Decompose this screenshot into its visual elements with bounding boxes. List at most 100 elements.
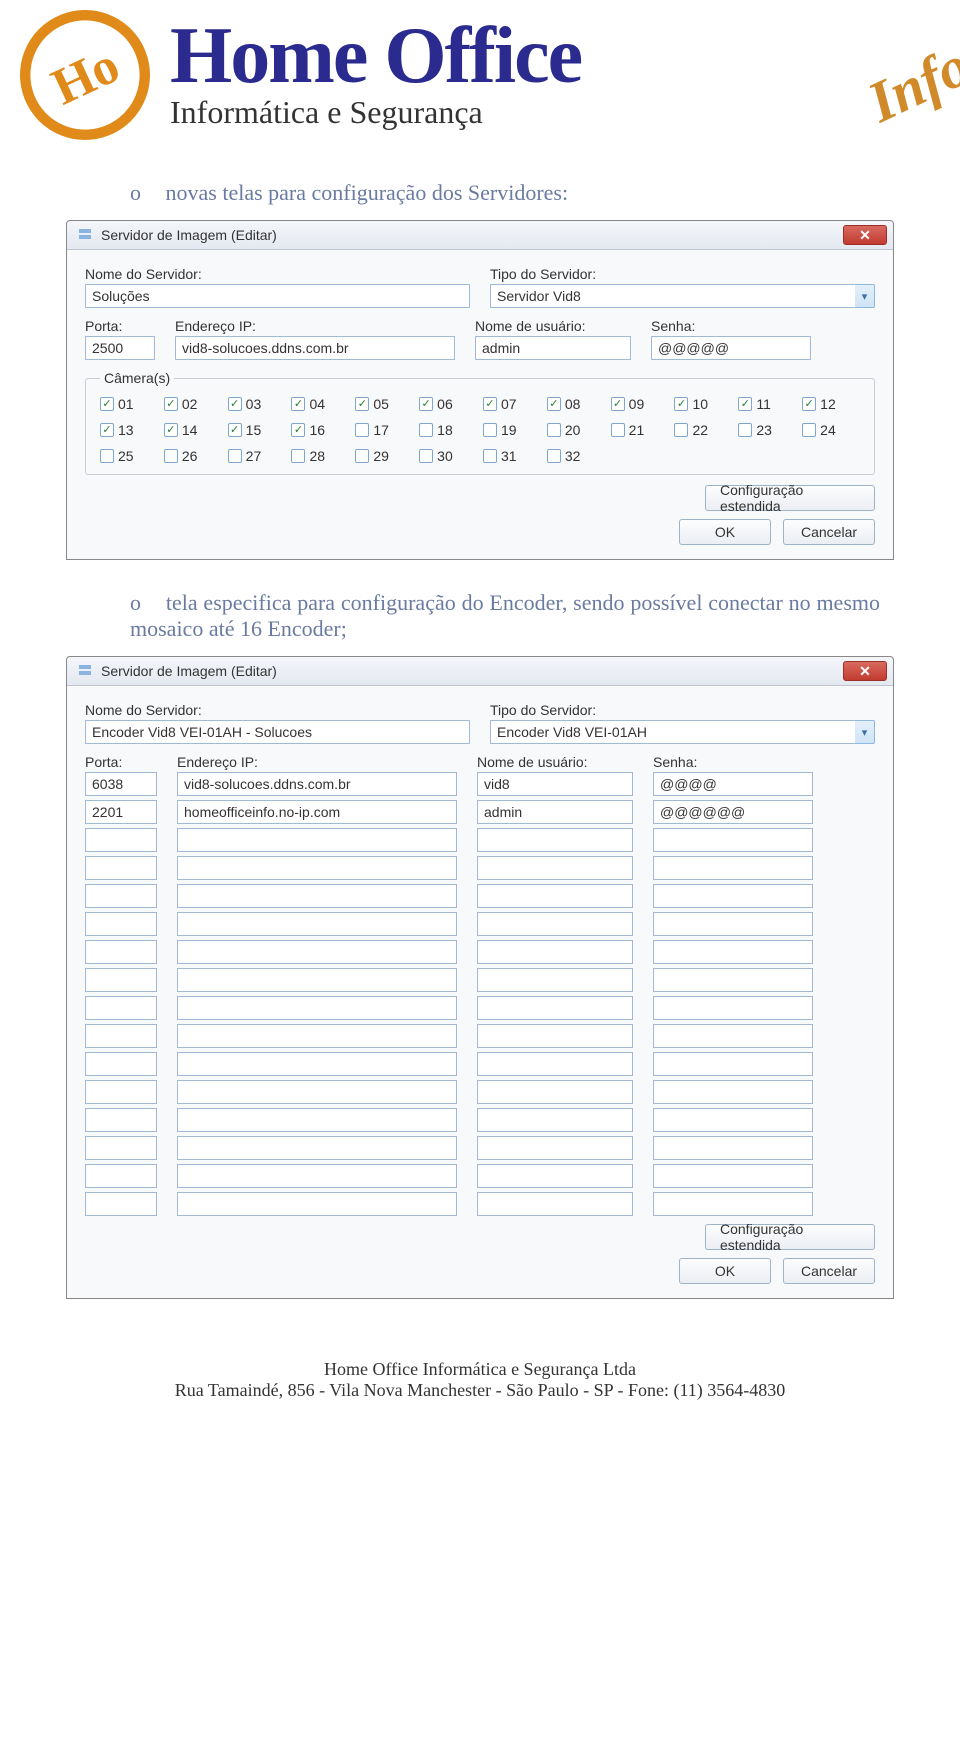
chevron-down-icon[interactable]: ▾: [855, 284, 875, 308]
checkbox-icon[interactable]: ✓: [483, 397, 497, 411]
camera-checkbox-30[interactable]: 30: [419, 448, 477, 464]
encoder-porta-input[interactable]: [85, 968, 157, 992]
encoder-senha-input[interactable]: [653, 1136, 813, 1160]
checkbox-icon[interactable]: [611, 423, 625, 437]
encoder-ip-input[interactable]: [177, 1192, 457, 1216]
checkbox-icon[interactable]: [291, 449, 305, 463]
camera-checkbox-14[interactable]: ✓14: [164, 422, 222, 438]
checkbox-icon[interactable]: [355, 423, 369, 437]
encoder-porta-input[interactable]: [85, 1052, 157, 1076]
encoder-senha-input[interactable]: [653, 1080, 813, 1104]
checkbox-icon[interactable]: ✓: [419, 397, 433, 411]
encoder-ip-input[interactable]: [177, 1136, 457, 1160]
camera-checkbox-22[interactable]: 22: [674, 422, 732, 438]
camera-checkbox-29[interactable]: 29: [355, 448, 413, 464]
username-input[interactable]: [475, 336, 631, 360]
checkbox-icon[interactable]: [164, 449, 178, 463]
checkbox-icon[interactable]: [419, 423, 433, 437]
password-input[interactable]: [651, 336, 811, 360]
camera-checkbox-04[interactable]: ✓04: [291, 396, 349, 412]
camera-checkbox-16[interactable]: ✓16: [291, 422, 349, 438]
encoder-porta-input[interactable]: [85, 1080, 157, 1104]
encoder-user-input[interactable]: [477, 772, 633, 796]
encoder-ip-input[interactable]: [177, 940, 457, 964]
chevron-down-icon[interactable]: ▾: [855, 720, 875, 744]
encoder-ip-input[interactable]: [177, 828, 457, 852]
encoder-senha-input[interactable]: [653, 1108, 813, 1132]
checkbox-icon[interactable]: ✓: [738, 397, 752, 411]
encoder-user-input[interactable]: [477, 1024, 633, 1048]
camera-checkbox-25[interactable]: 25: [100, 448, 158, 464]
checkbox-icon[interactable]: ✓: [100, 423, 114, 437]
encoder-senha-input[interactable]: [653, 940, 813, 964]
checkbox-icon[interactable]: [674, 423, 688, 437]
checkbox-icon[interactable]: [802, 423, 816, 437]
ok-button[interactable]: OK: [679, 519, 771, 545]
cancel-button[interactable]: Cancelar: [783, 519, 875, 545]
encoder-senha-input[interactable]: [653, 828, 813, 852]
checkbox-icon[interactable]: ✓: [228, 397, 242, 411]
encoder-user-input[interactable]: [477, 1164, 633, 1188]
checkbox-icon[interactable]: ✓: [611, 397, 625, 411]
encoder-user-input[interactable]: [477, 940, 633, 964]
checkbox-icon[interactable]: ✓: [802, 397, 816, 411]
encoder-porta-input[interactable]: [85, 772, 157, 796]
camera-checkbox-31[interactable]: 31: [483, 448, 541, 464]
encoder-porta-input[interactable]: [85, 1136, 157, 1160]
checkbox-icon[interactable]: [483, 423, 497, 437]
encoder-ip-input[interactable]: [177, 912, 457, 936]
encoder-senha-input[interactable]: [653, 1164, 813, 1188]
checkbox-icon[interactable]: ✓: [355, 397, 369, 411]
encoder-senha-input[interactable]: [653, 912, 813, 936]
ip-input[interactable]: [175, 336, 455, 360]
camera-checkbox-13[interactable]: ✓13: [100, 422, 158, 438]
encoder-porta-input[interactable]: [85, 828, 157, 852]
cancel-button[interactable]: Cancelar: [783, 1258, 875, 1284]
server-name-input[interactable]: [85, 720, 470, 744]
camera-checkbox-05[interactable]: ✓05: [355, 396, 413, 412]
camera-checkbox-06[interactable]: ✓06: [419, 396, 477, 412]
camera-checkbox-21[interactable]: 21: [611, 422, 669, 438]
encoder-porta-input[interactable]: [85, 884, 157, 908]
encoder-user-input[interactable]: [477, 884, 633, 908]
encoder-senha-input[interactable]: [653, 856, 813, 880]
camera-checkbox-18[interactable]: 18: [419, 422, 477, 438]
camera-checkbox-08[interactable]: ✓08: [547, 396, 605, 412]
camera-checkbox-20[interactable]: 20: [547, 422, 605, 438]
camera-checkbox-11[interactable]: ✓11: [738, 396, 796, 412]
encoder-user-input[interactable]: [477, 1080, 633, 1104]
checkbox-icon[interactable]: [547, 449, 561, 463]
encoder-porta-input[interactable]: [85, 912, 157, 936]
encoder-porta-input[interactable]: [85, 1192, 157, 1216]
camera-checkbox-24[interactable]: 24: [802, 422, 860, 438]
camera-checkbox-17[interactable]: 17: [355, 422, 413, 438]
encoder-user-input[interactable]: [477, 800, 633, 824]
checkbox-icon[interactable]: [483, 449, 497, 463]
encoder-ip-input[interactable]: [177, 884, 457, 908]
encoder-porta-input[interactable]: [85, 940, 157, 964]
checkbox-icon[interactable]: ✓: [291, 423, 305, 437]
checkbox-icon[interactable]: [738, 423, 752, 437]
encoder-ip-input[interactable]: [177, 1024, 457, 1048]
server-type-select[interactable]: [490, 720, 855, 744]
encoder-senha-input[interactable]: [653, 1052, 813, 1076]
server-name-input[interactable]: [85, 284, 470, 308]
encoder-ip-input[interactable]: [177, 1052, 457, 1076]
encoder-ip-input[interactable]: [177, 1108, 457, 1132]
camera-checkbox-07[interactable]: ✓07: [483, 396, 541, 412]
encoder-senha-input[interactable]: [653, 968, 813, 992]
dialog-titlebar[interactable]: Servidor de Imagem (Editar) ✕: [67, 657, 893, 686]
close-button[interactable]: ✕: [843, 225, 887, 245]
checkbox-icon[interactable]: [228, 449, 242, 463]
encoder-senha-input[interactable]: [653, 1192, 813, 1216]
encoder-user-input[interactable]: [477, 856, 633, 880]
encoder-user-input[interactable]: [477, 1136, 633, 1160]
encoder-porta-input[interactable]: [85, 800, 157, 824]
encoder-user-input[interactable]: [477, 828, 633, 852]
ok-button[interactable]: OK: [679, 1258, 771, 1284]
encoder-senha-input[interactable]: [653, 772, 813, 796]
dialog-titlebar[interactable]: Servidor de Imagem (Editar) ✕: [67, 221, 893, 250]
camera-checkbox-09[interactable]: ✓09: [611, 396, 669, 412]
camera-checkbox-12[interactable]: ✓12: [802, 396, 860, 412]
encoder-ip-input[interactable]: [177, 968, 457, 992]
